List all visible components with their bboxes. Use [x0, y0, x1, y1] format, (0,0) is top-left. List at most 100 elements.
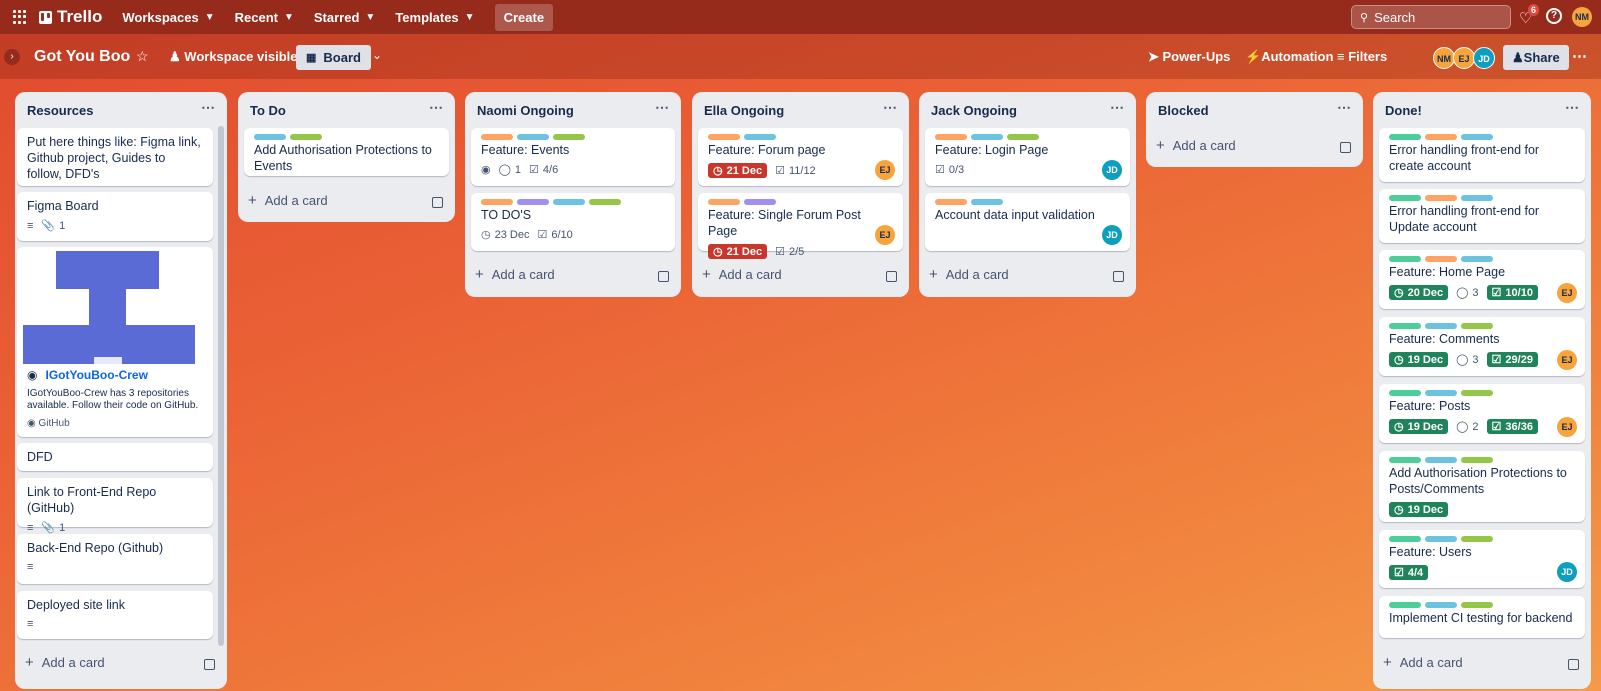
card[interactable]: Account data input validation JD	[925, 193, 1130, 251]
card[interactable]: TO DO'S ◷ 23 Dec ☑ 6/10	[471, 193, 675, 251]
link-title[interactable]: IGotYouBoo-Crew	[45, 368, 147, 382]
list-menu-icon[interactable]: ⋯	[201, 99, 215, 116]
board-title[interactable]: Got You Boo	[34, 48, 130, 66]
card-member-avatar[interactable]: EJ	[875, 160, 895, 180]
card[interactable]: Feature: Single Forum Post Page ◷ 21 Dec …	[698, 193, 903, 259]
create-from-template-icon[interactable]	[204, 659, 215, 670]
card[interactable]: Error handling front-end for Update acco…	[1379, 189, 1585, 243]
create-from-template-icon[interactable]	[658, 271, 669, 282]
nav-templates[interactable]: Templates ▼	[395, 10, 474, 25]
add-card-button[interactable]: + Add a card	[702, 266, 782, 283]
list-title[interactable]: Naomi Ongoing	[477, 103, 574, 118]
add-card-button[interactable]: + Add a card	[1383, 654, 1463, 671]
list-menu-icon[interactable]: ⋯	[429, 99, 443, 116]
card[interactable]: Feature: Users ☑ 4/4 JD	[1379, 530, 1585, 588]
search-input[interactable]: ⚲ Search	[1351, 5, 1511, 29]
trello-logo[interactable]: Trello	[39, 7, 102, 27]
card[interactable]: Feature: Posts ◷ 19 Dec ◯ 2 ☑ 36/36 EJ	[1379, 384, 1585, 443]
due-date-badge[interactable]: ◷ 21 Dec	[708, 163, 768, 178]
add-card-button[interactable]: + Add a card	[475, 266, 555, 283]
card-member-avatar[interactable]: JD	[1102, 160, 1122, 180]
card[interactable]: Error handling front-end for create acco…	[1379, 128, 1585, 182]
chevron-down-icon[interactable]: ⌄	[372, 48, 382, 62]
list-menu-icon[interactable]: ⋯	[883, 99, 897, 116]
add-card-button[interactable]: + Add a card	[25, 654, 105, 671]
card-member-avatar[interactable]: EJ	[1557, 350, 1577, 370]
card[interactable]: Feature: Events ◉ ◯ 1 ☑ 4/6	[471, 128, 675, 186]
card[interactable]: Feature: Comments ◷ 19 Dec ◯ 3 ☑ 29/29 EJ	[1379, 317, 1585, 376]
list-title[interactable]: Done!	[1385, 103, 1422, 118]
label-green	[1389, 536, 1421, 542]
list-menu-icon[interactable]: ⋯	[655, 99, 669, 116]
card[interactable]: Feature: Login Page ☑ 0/3 JD	[925, 128, 1130, 186]
card[interactable]: Feature: Forum page ◷ 21 Dec ☑ 11/12 EJ	[698, 128, 903, 186]
nav-starred[interactable]: Starred ▼	[314, 10, 375, 25]
label-lime	[1461, 536, 1493, 542]
list-title[interactable]: Jack Ongoing	[931, 103, 1017, 118]
user-avatar[interactable]: NM	[1572, 7, 1592, 27]
card-member-avatar[interactable]: JD	[1102, 225, 1122, 245]
list-menu-icon[interactable]: ⋯	[1110, 99, 1124, 116]
share-button[interactable]: ♟ Share	[1503, 45, 1569, 70]
member-avatar[interactable]: NM	[1433, 47, 1455, 69]
card[interactable]: Link to Front-End Repo (GitHub) ≡ 📎 1	[17, 478, 213, 534]
board-members: NM EJ JD	[1433, 47, 1495, 69]
create-from-template-icon[interactable]	[1113, 271, 1124, 282]
filters-button[interactable]: ≡ Filters	[1337, 49, 1387, 64]
card[interactable]: Implement CI testing for backend	[1379, 596, 1585, 638]
help-icon[interactable]: ?	[1546, 8, 1562, 24]
card-member-avatar[interactable]: EJ	[1557, 417, 1577, 437]
due-date-badge[interactable]: ◷ 20 Dec	[1389, 285, 1449, 300]
list-title[interactable]: Blocked	[1158, 103, 1209, 118]
github-icon: ◉	[27, 418, 39, 429]
nav-recent[interactable]: Recent ▼	[235, 10, 294, 25]
card[interactable]: Add Authorisation Protections to Posts/C…	[1379, 451, 1585, 522]
card[interactable]: Back-End Repo (Github) ≡	[17, 534, 213, 584]
card-member-avatar[interactable]: EJ	[875, 225, 895, 245]
list-menu-icon[interactable]: ⋯	[1565, 99, 1579, 116]
create-from-template-icon[interactable]	[886, 271, 897, 282]
list-title[interactable]: Resources	[27, 103, 93, 118]
card[interactable]: Put here things like: Figma link, Github…	[17, 128, 213, 186]
card-member-avatar[interactable]: JD	[1557, 562, 1577, 582]
add-card-button[interactable]: + Add a card	[248, 192, 328, 209]
card[interactable]: Deployed site link ≡	[17, 591, 213, 639]
due-date-badge[interactable]: ◷ 19 Dec	[1389, 352, 1449, 367]
checkbox-icon: ☑	[1491, 287, 1502, 299]
due-date-badge[interactable]: ◷ 19 Dec	[1389, 502, 1449, 517]
create-from-template-icon[interactable]	[1340, 142, 1351, 153]
member-avatar[interactable]: EJ	[1453, 47, 1475, 69]
card[interactable]: DFD	[17, 443, 213, 471]
plus-icon: +	[1383, 654, 1392, 671]
list-title[interactable]: To Do	[250, 103, 286, 118]
create-button[interactable]: Create	[494, 3, 554, 31]
more-icon[interactable]: ⋯	[1572, 47, 1587, 65]
create-from-template-icon[interactable]	[432, 197, 443, 208]
sidebar-expand-icon[interactable]: ›	[4, 49, 20, 65]
paperclip-icon: 📎	[41, 220, 56, 232]
app-switcher-icon[interactable]	[13, 10, 27, 24]
add-card-button[interactable]: + Add a card	[929, 266, 1009, 283]
create-from-template-icon[interactable]	[1568, 659, 1579, 670]
due-date-badge[interactable]: ◷ 19 Dec	[1389, 419, 1449, 434]
card-link-preview[interactable]: ◉ IGotYouBoo-Crew IGotYouBoo-Crew has 3 …	[17, 247, 213, 437]
visibility-button[interactable]: ♟ Workspace visible	[169, 49, 298, 65]
list-menu-icon[interactable]: ⋯	[1337, 99, 1351, 116]
people-icon: ♟	[169, 49, 185, 64]
list-title[interactable]: Ella Ongoing	[704, 103, 784, 118]
list-scrollbar[interactable]	[218, 126, 224, 646]
card-member-avatar[interactable]: EJ	[1557, 283, 1577, 303]
card[interactable]: Add Authorisation Protections to Events	[244, 128, 449, 176]
board-view-button[interactable]: ▦ Board	[296, 45, 371, 70]
card[interactable]: Feature: Home Page ◷ 20 Dec ◯ 3 ☑ 10/10 EJ	[1379, 250, 1585, 309]
nav-workspaces[interactable]: Workspaces ▼	[122, 10, 214, 25]
comments-badge: ◯ 3	[1456, 286, 1479, 300]
due-date-badge[interactable]: ◷ 21 Dec	[708, 244, 768, 259]
card[interactable]: Figma Board ≡ 📎 1	[17, 192, 213, 241]
checkbox-icon: ☑	[935, 164, 945, 176]
add-card-button[interactable]: + Add a card	[1156, 137, 1236, 154]
automation-button[interactable]: ⚡Automation	[1245, 49, 1333, 65]
member-avatar[interactable]: JD	[1473, 47, 1495, 69]
power-ups-button[interactable]: ➤ Power-Ups	[1148, 49, 1230, 65]
star-icon[interactable]: ☆	[136, 48, 149, 65]
